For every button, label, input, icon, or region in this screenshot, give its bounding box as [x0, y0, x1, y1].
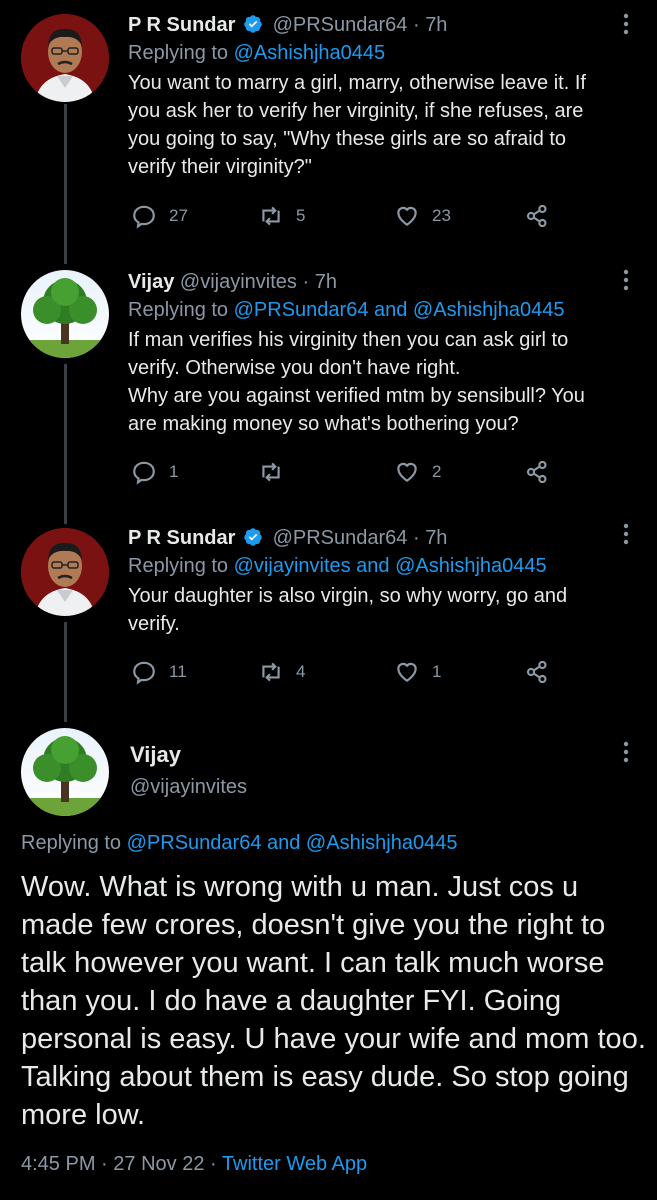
share-button[interactable]: [524, 456, 550, 488]
tweet-text-line: Your daughter is also virgin, so why wor…: [128, 585, 568, 635]
verified-badge-icon: [243, 527, 263, 547]
reply-mentions-link[interactable]: @PRSundar64 and @Ashishjha0445: [234, 299, 565, 321]
tweet-time[interactable]: 7h: [425, 527, 447, 549]
replying-to-label: Replying to: [21, 832, 122, 854]
tweet-header: Vijay @vijayinvites · 7h: [128, 268, 617, 296]
retweet-icon: [262, 206, 280, 226]
verified-badge-icon: [243, 14, 263, 34]
retweet-count: 4: [296, 662, 306, 681]
reply-icon: [133, 661, 155, 685]
replying-to-label: Replying to: [128, 42, 229, 64]
more-options-icon[interactable]: [621, 522, 631, 546]
reply-mentions-link[interactable]: @PRSundar64 and @Ashishjha0445: [127, 832, 458, 854]
reply-button[interactable]: 27: [131, 200, 188, 232]
like-button[interactable]: 2: [394, 456, 441, 488]
author-handle[interactable]: @PRSundar64: [273, 527, 408, 549]
tweet-text-line: Wow. What is wrong with u man. Just cos …: [21, 871, 646, 1131]
heart-icon: [397, 462, 417, 482]
retweet-button[interactable]: 4: [258, 656, 305, 688]
like-count: 23: [432, 206, 451, 225]
tweet-text: Your daughter is also virgin, so why wor…: [128, 582, 617, 638]
retweet-icon: [262, 662, 280, 682]
author-name[interactable]: Vijay: [128, 271, 174, 293]
author-name[interactable]: P R Sundar: [128, 14, 235, 36]
tweet[interactable]: Vijay @vijayinvites · 7h Replying to @PR…: [0, 260, 657, 522]
tweet-actions: 27 5 23: [128, 200, 568, 232]
replying-to: Replying to @Ashishjha0445: [128, 39, 617, 67]
avatar[interactable]: [21, 14, 109, 102]
tweet-time[interactable]: 4:45 PM: [21, 1153, 95, 1175]
author-handle[interactable]: @vijayinvites: [180, 271, 297, 293]
replying-to: Replying to @vijayinvites and @Ashishjha…: [128, 552, 617, 580]
author-name[interactable]: Vijay: [130, 742, 247, 768]
replying-to-label: Replying to: [128, 555, 229, 577]
source-app-link[interactable]: Twitter Web App: [222, 1153, 367, 1175]
heart-icon: [397, 662, 417, 682]
author-handle[interactable]: @PRSundar64: [273, 14, 408, 36]
tweet-actions: 11 4 1: [128, 656, 568, 688]
avatar[interactable]: [21, 728, 109, 816]
share-button[interactable]: [524, 656, 550, 688]
tweet-text-line: Why are you against verified mtm by sens…: [128, 385, 585, 435]
share-icon: [526, 460, 547, 484]
separator-dot: ·: [101, 1153, 108, 1175]
reply-mentions-link[interactable]: @Ashishjha0445: [234, 42, 386, 64]
like-count: 1: [432, 662, 442, 681]
tweet-text: You want to marry a girl, marry, otherwi…: [128, 69, 617, 181]
tweet-header: P R Sundar @PRSundar64 · 7h: [128, 524, 617, 552]
main-author: Vijay @vijayinvites: [130, 742, 247, 799]
tweet-header: P R Sundar @PRSundar64 · 7h: [128, 11, 617, 39]
reply-count: 11: [169, 662, 187, 681]
replying-to: Replying to @PRSundar64 and @Ashishjha04…: [128, 296, 617, 324]
tweet[interactable]: P R Sundar @PRSundar64 · 7h Replying to …: [0, 522, 657, 716]
like-count: 2: [432, 462, 442, 481]
reply-icon: [133, 205, 155, 229]
author-name[interactable]: P R Sundar: [128, 527, 235, 549]
author-handle[interactable]: @vijayinvites: [130, 776, 247, 799]
retweet-button[interactable]: [258, 456, 296, 488]
reply-button[interactable]: 11: [131, 656, 187, 688]
separator-dot: ·: [412, 14, 420, 36]
main-tweet-text: Wow. What is wrong with u man. Just cos …: [21, 868, 651, 1134]
tweet-date[interactable]: 27 Nov 22: [113, 1153, 204, 1175]
tweet-time[interactable]: 7h: [315, 271, 337, 293]
tweet-text: If man verifies his virginity then you c…: [128, 326, 617, 438]
more-options-icon[interactable]: [621, 740, 631, 764]
retweet-icon: [262, 462, 280, 482]
reply-count: 1: [169, 462, 179, 481]
separator-dot: ·: [302, 271, 310, 293]
separator-dot: ·: [210, 1153, 217, 1175]
like-button[interactable]: 23: [394, 200, 451, 232]
reply-mentions-link[interactable]: @vijayinvites and @Ashishjha0445: [234, 555, 547, 577]
tweet-time[interactable]: 7h: [425, 14, 447, 36]
tweet-text-line: You want to marry a girl, marry, otherwi…: [128, 72, 586, 178]
tweet-metadata: 4:45 PM · 27 Nov 22 · Twitter Web App: [21, 1153, 367, 1176]
replying-to: Replying to @PRSundar64 and @Ashishjha04…: [21, 832, 457, 855]
more-options-icon[interactable]: [621, 12, 631, 36]
heart-icon: [397, 206, 417, 226]
retweet-count: 5: [296, 206, 306, 225]
retweet-button[interactable]: 5: [258, 200, 305, 232]
share-icon: [526, 204, 547, 228]
like-button[interactable]: 1: [394, 656, 441, 688]
separator-dot: ·: [412, 527, 420, 549]
replying-to-label: Replying to: [128, 299, 229, 321]
reply-button[interactable]: 1: [131, 456, 178, 488]
share-icon: [526, 660, 547, 684]
reply-icon: [133, 461, 155, 485]
avatar[interactable]: [21, 270, 109, 358]
avatar[interactable]: [21, 528, 109, 616]
tweet-actions: 1 2: [128, 456, 568, 488]
share-button[interactable]: [524, 200, 550, 232]
tweet-text-line: If man verifies his virginity then you c…: [128, 329, 569, 379]
more-options-icon[interactable]: [621, 268, 631, 292]
tweet[interactable]: P R Sundar @PRSundar64 · 7h Replying to …: [0, 0, 657, 260]
reply-count: 27: [169, 206, 188, 225]
